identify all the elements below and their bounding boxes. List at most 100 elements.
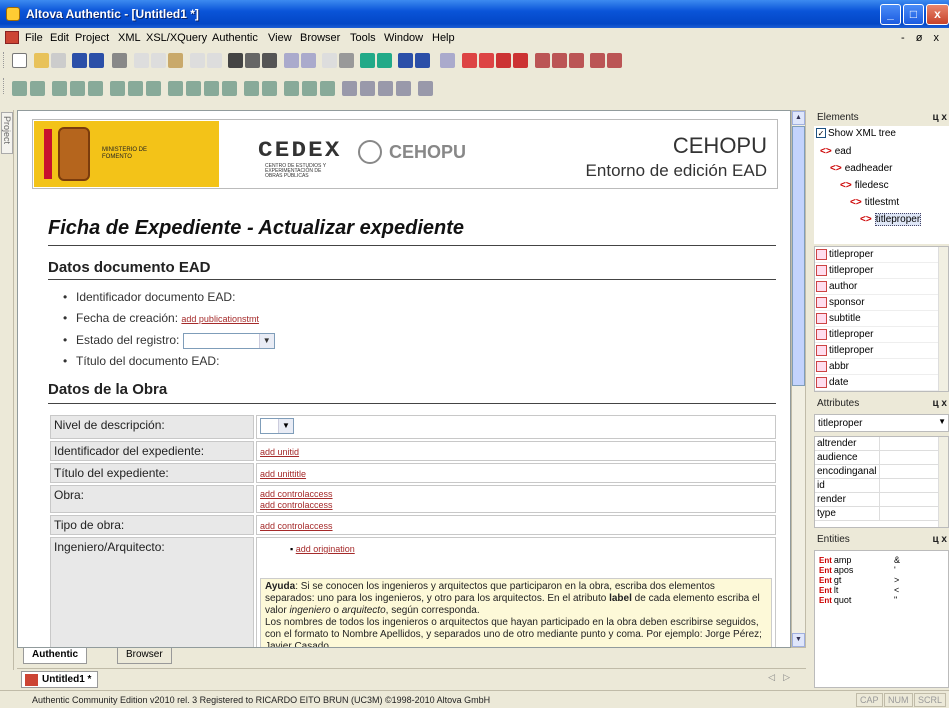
list-item[interactable]: Ent quot "	[819, 595, 948, 605]
menu-view[interactable]: View	[268, 32, 292, 44]
append-row-icon[interactable]	[552, 53, 567, 68]
table-row[interactable]: type	[815, 507, 948, 521]
table-props-icon[interactable]	[284, 81, 299, 96]
project-tab[interactable]: Project	[1, 112, 13, 154]
align-center-icon[interactable]	[360, 81, 375, 96]
spellcheck-icon[interactable]	[322, 53, 337, 68]
table-row[interactable]: id	[815, 479, 948, 493]
list-item[interactable]: titleproper	[815, 343, 948, 359]
delete-row-icon[interactable]	[590, 53, 605, 68]
add-controlaccess-link[interactable]: add controlaccess	[260, 489, 333, 499]
panel-close-icon[interactable]: ц x	[933, 534, 948, 545]
add-unittitle-link[interactable]: add unittitle	[260, 469, 306, 479]
row-above-icon[interactable]	[52, 81, 67, 96]
chevron-down-icon[interactable]: ▼	[938, 417, 946, 426]
menu-xsl-xquery[interactable]: XSL/XQuery	[146, 32, 207, 44]
add-origination-link[interactable]: add origination	[296, 544, 355, 554]
window-icon[interactable]	[415, 53, 430, 68]
table-row[interactable]: render	[815, 493, 948, 507]
attributes-scrollbar[interactable]	[938, 437, 948, 527]
scroll-down-icon[interactable]: ▼	[792, 633, 805, 647]
toolbar-grip-2[interactable]	[3, 78, 6, 94]
table-row[interactable]: encodinganal	[815, 465, 948, 479]
menu-edit[interactable]: Edit	[50, 32, 69, 44]
close-button[interactable]: x	[926, 4, 949, 25]
add-unitid-link[interactable]: add unitid	[260, 447, 299, 457]
grid-icon[interactable]	[302, 81, 317, 96]
find-next-icon[interactable]	[245, 53, 260, 68]
align-right-icon[interactable]	[378, 81, 393, 96]
panel-close-icon[interactable]: ц x	[933, 112, 948, 123]
web-icon[interactable]	[360, 53, 375, 68]
menu-project[interactable]: Project	[75, 32, 109, 44]
undo-icon[interactable]	[190, 53, 205, 68]
insert-row-icon[interactable]	[569, 53, 584, 68]
toolbar-grip[interactable]	[3, 52, 6, 68]
save-all-icon[interactable]	[89, 53, 104, 68]
menu-xml[interactable]: XML	[118, 32, 141, 44]
cut-icon[interactable]	[134, 53, 149, 68]
elements-scrollbar[interactable]	[938, 247, 948, 391]
show-xml-tree-option[interactable]: ✓ Show XML tree	[816, 128, 896, 139]
find-icon[interactable]	[228, 53, 243, 68]
tree-node-eadheader[interactable]: <> eadheader	[830, 163, 893, 174]
validate-icon[interactable]	[284, 53, 299, 68]
col-left-icon[interactable]	[110, 81, 125, 96]
tree-node-titleproper[interactable]: <> titleproper	[860, 213, 922, 226]
menu-authentic[interactable]: Authentic	[212, 32, 258, 44]
join-cell-icon[interactable]	[168, 81, 183, 96]
maximize-button[interactable]: □	[903, 4, 924, 25]
chevron-down-icon[interactable]: ▼	[258, 333, 274, 348]
add-controlaccess-link[interactable]: add controlaccess	[260, 521, 333, 531]
tab-browser[interactable]: Browser	[117, 648, 172, 664]
paste-icon[interactable]	[168, 53, 183, 68]
split-icon[interactable]	[244, 81, 259, 96]
join-below-icon[interactable]	[204, 81, 219, 96]
tree-node-filedesc[interactable]: <> filedesc	[840, 180, 889, 191]
split-vertical-icon[interactable]	[262, 81, 277, 96]
menu-file[interactable]: File	[25, 32, 43, 44]
link-icon[interactable]	[440, 53, 455, 68]
add-publicationstmt-link[interactable]: add publicationstmt	[181, 314, 259, 324]
delete-col-icon[interactable]	[146, 81, 161, 96]
insert-table-icon[interactable]	[30, 81, 45, 96]
panel-close-icon[interactable]: ц x	[933, 398, 948, 409]
redo-icon[interactable]	[207, 53, 222, 68]
browser-icon[interactable]	[377, 53, 392, 68]
nivel-select[interactable]: ▼	[260, 418, 294, 434]
list-item[interactable]: titleproper	[815, 327, 948, 343]
list-item[interactable]: titleproper	[815, 247, 948, 263]
attributes-element-select[interactable]: titleproper ▼	[814, 414, 949, 432]
list-item[interactable]: Ent amp &	[819, 555, 948, 565]
markup-icon[interactable]	[462, 53, 477, 68]
open-icon[interactable]	[34, 53, 49, 68]
checkbox-checked-icon[interactable]: ✓	[816, 128, 826, 138]
table-row[interactable]: audience	[815, 451, 948, 465]
tab-nav-arrows[interactable]: ◁▷	[768, 672, 798, 683]
join-left-icon[interactable]	[186, 81, 201, 96]
tree-node-titlestmt[interactable]: <> titlestmt	[850, 197, 899, 208]
reload-icon[interactable]	[51, 53, 66, 68]
list-item[interactable]: Ent lt <	[819, 585, 948, 595]
document-icon[interactable]	[5, 31, 19, 44]
cells-icon[interactable]	[320, 81, 335, 96]
document-view[interactable]: MINISTERIO DE FOMENTO CEDEX CENTRO DE ES…	[17, 110, 791, 648]
col-right-icon[interactable]	[128, 81, 143, 96]
add-controlaccess-link[interactable]: add controlaccess	[260, 500, 333, 510]
large-markup-icon[interactable]	[496, 53, 511, 68]
list-item[interactable]: subtitle	[815, 311, 948, 327]
menu-help[interactable]: Help	[432, 32, 455, 44]
hide-markup-icon[interactable]	[479, 53, 494, 68]
copy-icon[interactable]	[151, 53, 166, 68]
chevron-down-icon[interactable]: ▼	[278, 419, 293, 433]
list-item[interactable]: author	[815, 279, 948, 295]
row-below-icon[interactable]	[70, 81, 85, 96]
check-icon[interactable]	[301, 53, 316, 68]
list-item[interactable]: Ent apos '	[819, 565, 948, 575]
menu-window[interactable]: Window	[384, 32, 423, 44]
tab-authentic[interactable]: Authentic	[23, 648, 88, 664]
list-item[interactable]: Ent gt >	[819, 575, 948, 585]
document-scrollbar[interactable]: ▲ ▼	[791, 110, 806, 648]
tab-untitled1[interactable]: Untitled1 *	[21, 671, 99, 688]
replace-icon[interactable]	[262, 53, 277, 68]
